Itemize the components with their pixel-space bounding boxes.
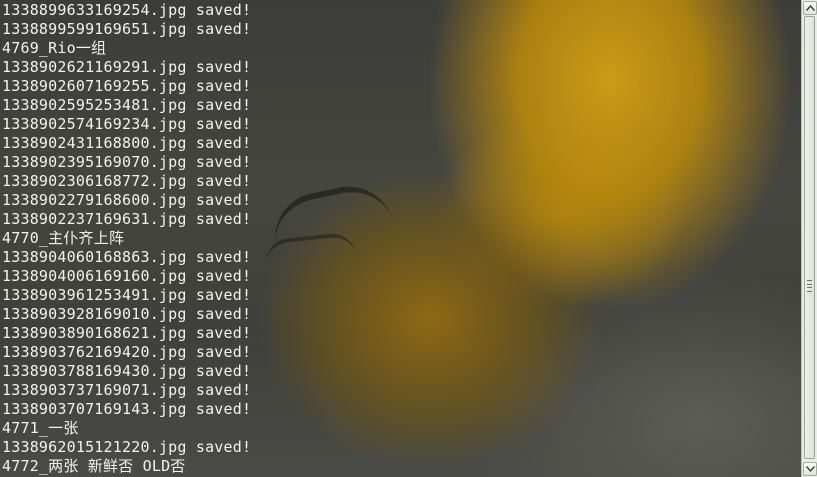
terminal-line: 1338902595253481.jpg saved! [2, 96, 252, 114]
terminal-line: 1338903961253491.jpg saved! [2, 286, 252, 304]
terminal-line: 1338904060168863.jpg saved! [2, 248, 252, 266]
terminal-lines: 1338899633169254.jpg saved! 133889959916… [2, 1, 251, 476]
terminal-line: 4772_两张 新鲜否 OLD否 [2, 457, 186, 475]
terminal-output[interactable]: 1338899633169254.jpg saved! 133889959916… [0, 0, 801, 477]
terminal-line: 4769_Rio一组 [2, 39, 107, 57]
terminal-line: 1338902574169234.jpg saved! [2, 115, 252, 133]
terminal-line: 1338902237169631.jpg saved! [2, 210, 252, 228]
terminal-line: 1338903737169071.jpg saved! [2, 381, 252, 399]
scroll-up-button[interactable] [803, 1, 817, 15]
terminal-line: 1338902395169070.jpg saved! [2, 153, 252, 171]
grip-icon [807, 280, 812, 292]
terminal-line: 1338903788169430.jpg saved! [2, 362, 252, 380]
arrow-up-icon [805, 5, 815, 11]
terminal-line: 1338962015121220.jpg saved! [2, 438, 252, 456]
scrollbar-thumb[interactable] [804, 16, 815, 459]
terminal-line: 1338903707169143.jpg saved! [2, 400, 252, 418]
arrow-down-icon [805, 466, 815, 472]
terminal-line: 1338903890168621.jpg saved! [2, 324, 252, 342]
terminal-line: 1338903928169010.jpg saved! [2, 305, 252, 323]
terminal-line: 1338902306168772.jpg saved! [2, 172, 252, 190]
terminal-line: 1338902431168800.jpg saved! [2, 134, 252, 152]
terminal-line: 1338902279168600.jpg saved! [2, 191, 252, 209]
vertical-scrollbar[interactable] [801, 0, 817, 477]
terminal-line: 1338902607169255.jpg saved! [2, 77, 252, 95]
terminal-line: 1338899599169651.jpg saved! [2, 20, 252, 38]
terminal-line: 4770_主仆齐上阵 [2, 229, 125, 247]
terminal-line: 1338902621169291.jpg saved! [2, 58, 252, 76]
terminal-line: 1338904006169160.jpg saved! [2, 267, 252, 285]
terminal-line: 1338899633169254.jpg saved! [2, 1, 252, 19]
terminal-line: 1338903762169420.jpg saved! [2, 343, 252, 361]
terminal-line: 4771_一张 [2, 419, 79, 437]
scroll-down-button[interactable] [803, 462, 817, 476]
